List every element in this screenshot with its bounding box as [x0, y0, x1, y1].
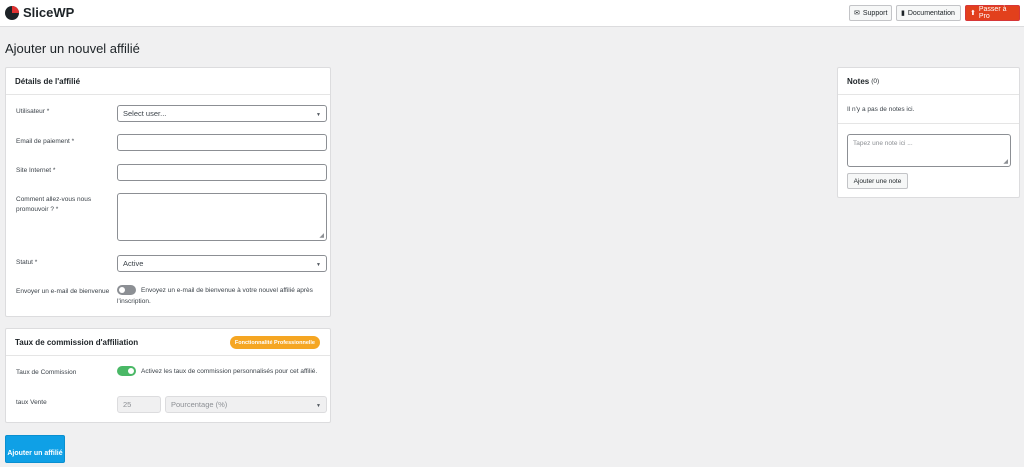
add-affiliate-button[interactable]: Ajouter un affilié [5, 435, 65, 463]
sale-rate-input[interactable]: 25 [117, 396, 161, 413]
notes-count: (0) [871, 77, 880, 85]
upgrade-pro-label: Passer à Pro [978, 6, 1007, 20]
sale-rate-type-value: Pourcentage (%) [171, 400, 228, 409]
promote-label: Comment allez-vous nous promouvoir ? * [16, 196, 92, 213]
user-select-value: Select user... [123, 109, 167, 118]
user-select[interactable]: Select user... ▼ [117, 105, 327, 122]
add-note-button[interactable]: Ajouter une note [847, 173, 908, 189]
commission-rate-label: Taux de Commission [16, 369, 77, 376]
upgrade-pro-button[interactable]: ⬆ Passer à Pro [965, 5, 1020, 21]
support-button[interactable]: ✉ Support [849, 5, 892, 21]
page-title: Ajouter un nouvel affilié [5, 41, 140, 56]
website-label: Site Internet * [16, 167, 56, 174]
status-select-value: Active [123, 259, 144, 268]
divider [838, 123, 1019, 124]
documentation-button[interactable]: ▮ Documentation [896, 5, 961, 21]
pro-feature-badge: Fonctionnalité Professionnelle [229, 336, 320, 349]
sale-rate-label: taux Vente [16, 399, 47, 406]
user-label: Utilisateur * [16, 108, 50, 115]
brand[interactable]: SliceWP [5, 5, 74, 20]
notes-card: Notes (0) Il n'y a pas de notes ici. Tap… [837, 67, 1020, 198]
resize-handle-icon[interactable]: ◢ [319, 232, 324, 239]
commission-rate-text: Activez les taux de commission personnal… [141, 368, 318, 375]
sale-rate-type-select[interactable]: Pourcentage (%) ▼ [165, 396, 327, 413]
notes-title: Notes [847, 76, 870, 86]
resize-handle-icon[interactable]: ◢ [1003, 158, 1008, 165]
status-label: Statut * [16, 259, 38, 266]
caret-down-icon: ▼ [316, 111, 321, 118]
commission-rates-card: Taux de commission d'affiliation Fonctio… [5, 328, 331, 423]
documentation-label: Documentation [907, 9, 955, 17]
sale-rate-value: 25 [123, 400, 132, 409]
affiliate-details-card: Détails de l'affilié Utilisateur * Selec… [5, 67, 331, 317]
envelope-icon: ✉ [854, 10, 860, 17]
payment-email-field[interactable] [117, 134, 327, 151]
note-textarea[interactable]: Tapez une note ici ... ◢ [847, 134, 1011, 167]
notes-empty-text: Il n'y a pas de notes ici. [847, 106, 915, 113]
promote-textarea[interactable]: ◢ [117, 193, 327, 241]
brand-name: SliceWP [23, 5, 75, 20]
status-select[interactable]: Active ▼ [117, 255, 327, 272]
slicewp-logo-icon [5, 5, 19, 20]
note-placeholder: Tapez une note ici ... [853, 140, 913, 147]
caret-down-icon: ▼ [316, 402, 321, 409]
welcome-email-label: Envoyer un e-mail de bienvenue [16, 288, 110, 295]
caret-down-icon: ▼ [316, 261, 321, 268]
support-label: Support [862, 9, 888, 17]
book-icon: ▮ [901, 10, 905, 17]
affiliate-details-title: Détails de l'affilié [6, 68, 330, 95]
payment-email-label: Email de paiement * [16, 138, 75, 145]
arrow-up-icon: ⬆ [970, 10, 976, 17]
welcome-email-text: Envoyez un e-mail de bienvenue à votre n… [117, 287, 313, 305]
notes-header: Notes (0) [838, 68, 1019, 95]
top-bar: SliceWP ✉ Support ▮ Documentation ⬆ Pass… [0, 0, 1024, 27]
website-field[interactable] [117, 164, 327, 181]
